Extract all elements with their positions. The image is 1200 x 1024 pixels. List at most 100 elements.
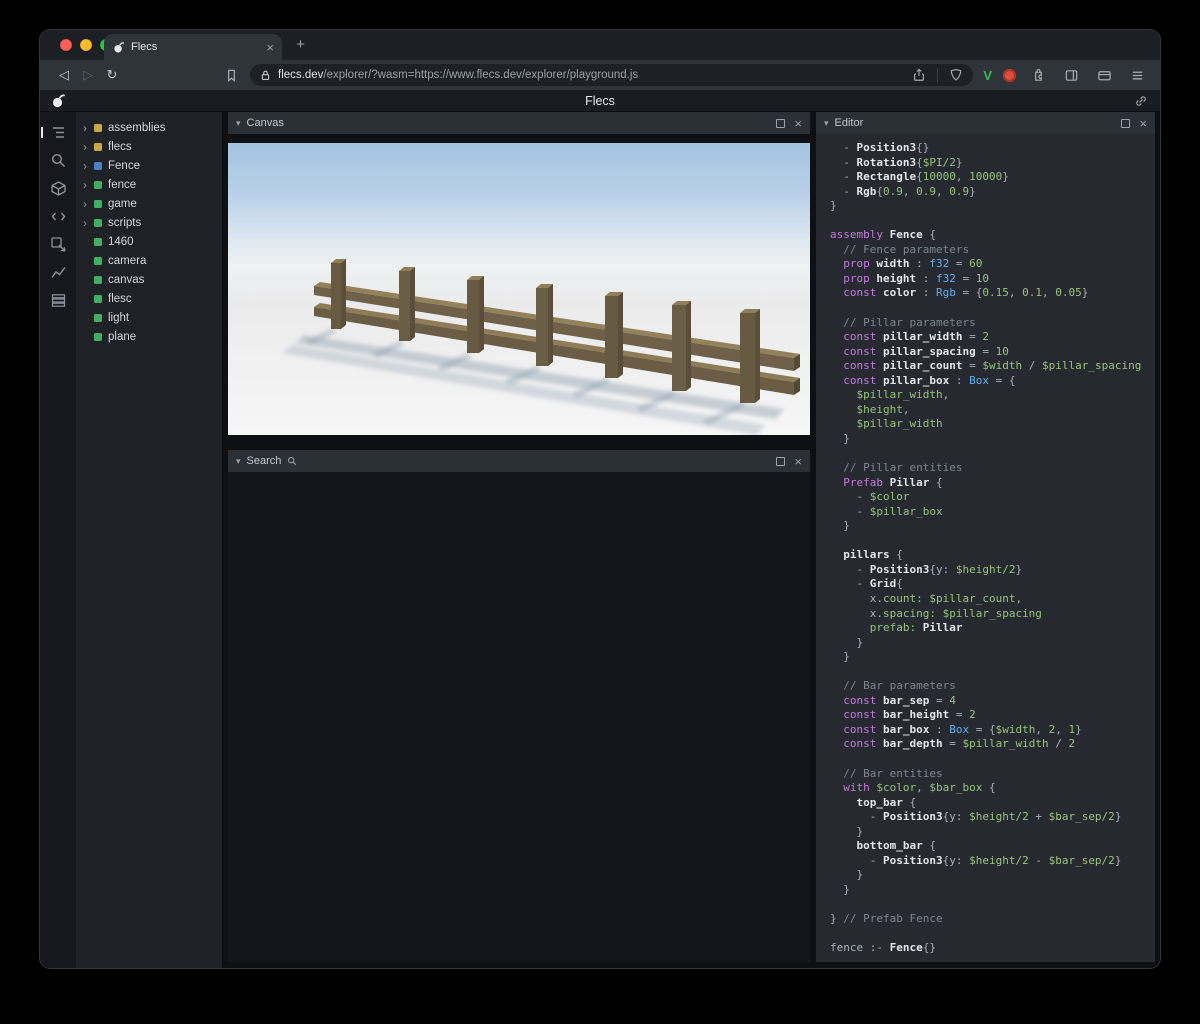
editor-panel-titlebar[interactable]: ▾ Editor × <box>816 112 1155 134</box>
close-panel-icon[interactable]: × <box>1139 117 1147 130</box>
code-line: const bar_height = 2 <box>830 708 1155 723</box>
tree-item-canvas[interactable]: ›canvas <box>76 270 222 289</box>
code-content[interactable]: - Position3{} - Rotation3{$PI/2} - Recta… <box>816 134 1155 962</box>
forward-button[interactable]: ▷ <box>76 67 100 83</box>
expander-icon[interactable]: › <box>83 122 94 134</box>
code-line: const pillar_count = $width / $pillar_sp… <box>830 359 1155 374</box>
code-line: } <box>830 432 1155 447</box>
code-line <box>830 897 1155 912</box>
extensions-puzzle-icon[interactable] <box>1027 68 1049 83</box>
tree-item-label: plane <box>108 331 136 343</box>
code-line: } <box>830 868 1155 883</box>
code-line: const bar_depth = $pillar_width / 2 <box>830 737 1155 752</box>
panel-gap <box>228 435 810 450</box>
expander-icon[interactable]: › <box>83 160 94 172</box>
tables-icon[interactable] <box>50 292 67 309</box>
url-domain: flecs.dev <box>278 69 323 81</box>
tree-item-Fence[interactable]: ›Fence <box>76 156 222 175</box>
code-line: top_bar { <box>830 796 1155 811</box>
close-panel-icon[interactable]: × <box>794 117 802 130</box>
expand-panel-icon[interactable] <box>776 119 785 128</box>
expander-icon[interactable]: › <box>83 141 94 153</box>
code-line: pillars { <box>830 548 1155 563</box>
tree-item-label: camera <box>108 255 146 267</box>
code-line: } <box>830 199 1155 214</box>
entity-color-swatch <box>94 162 102 170</box>
code-line <box>830 927 1155 942</box>
tree-item-flesc[interactable]: ›flesc <box>76 289 222 308</box>
tab-strip: Flecs × + <box>40 30 1160 60</box>
browser-tab-flecs[interactable]: Flecs × <box>104 34 282 60</box>
entity-tree: ›assemblies›flecs›Fence›fence›game›scrip… <box>76 112 222 968</box>
entity-color-swatch <box>94 295 102 303</box>
code-line: prefab: Pillar <box>830 621 1155 636</box>
share-link-icon[interactable] <box>1134 94 1148 108</box>
code-line: } <box>830 650 1155 665</box>
bookmark-icon[interactable] <box>220 68 242 83</box>
code-line: // Fence parameters <box>830 243 1155 258</box>
close-panel-icon[interactable]: × <box>794 455 802 468</box>
cube-icon[interactable] <box>50 180 67 197</box>
tree-item-fence[interactable]: ›fence <box>76 175 222 194</box>
tree-item-game[interactable]: ›game <box>76 194 222 213</box>
code-line: with $color, $bar_box { <box>830 781 1155 796</box>
tree-item-camera[interactable]: ›camera <box>76 251 222 270</box>
menu-hamburger-icon[interactable] <box>1126 68 1148 83</box>
entity-color-swatch <box>94 257 102 265</box>
code-line <box>830 665 1155 680</box>
extension-red-icon[interactable] <box>1003 69 1016 82</box>
vue-devtools-icon[interactable]: V <box>983 68 992 83</box>
entity-color-swatch <box>94 276 102 284</box>
minimize-window-button[interactable] <box>80 39 92 51</box>
code-line: - $color <box>830 490 1155 505</box>
search-panel-titlebar[interactable]: ▾ Search × <box>228 450 810 472</box>
share-icon[interactable] <box>908 68 930 82</box>
sidebar-toggle-icon[interactable] <box>1060 68 1082 83</box>
code-icon[interactable] <box>50 208 67 225</box>
middle-column: ▾ Canvas × <box>228 112 810 968</box>
expander-icon[interactable]: › <box>83 198 94 210</box>
3d-canvas-viewport[interactable] <box>228 143 810 435</box>
tree-item-scripts[interactable]: › scripts <box>76 213 222 232</box>
brave-shield-icon[interactable] <box>945 68 967 82</box>
tree-item-plane[interactable]: ›plane <box>76 327 222 346</box>
code-line: const pillar_width = 2 <box>830 330 1155 345</box>
fence-3d-render <box>228 143 810 435</box>
code-line: x.spacing: $pillar_spacing <box>830 607 1155 622</box>
code-line <box>830 534 1155 549</box>
entity-tree-icon[interactable] <box>50 124 67 141</box>
search-icon[interactable] <box>50 152 67 169</box>
expand-panel-icon[interactable] <box>1121 119 1130 128</box>
url-bar[interactable]: flecs.dev/explorer/?wasm=https://www.fle… <box>250 64 973 86</box>
close-window-button[interactable] <box>60 39 72 51</box>
entity-color-swatch <box>94 143 102 151</box>
tree-item-assemblies[interactable]: ›assemblies <box>76 118 222 137</box>
page-title: Flecs <box>40 94 1160 108</box>
tree-item-label: 1460 <box>108 236 134 248</box>
canvas-panel-title: Canvas <box>247 117 284 129</box>
tree-item-1460[interactable]: ›1460 <box>76 232 222 251</box>
tree-item-light[interactable]: ›light <box>76 308 222 327</box>
reload-button[interactable]: ↻ <box>100 67 124 83</box>
close-tab-icon[interactable]: × <box>266 41 274 54</box>
inspector-icon[interactable] <box>50 236 67 253</box>
code-line: prop height : f32 = 10 <box>830 272 1155 287</box>
stats-icon[interactable] <box>50 264 67 281</box>
code-line: Prefab Pillar { <box>830 476 1155 491</box>
lock-icon <box>260 69 271 82</box>
code-line: // Pillar parameters <box>830 316 1155 331</box>
expand-panel-icon[interactable] <box>776 457 785 466</box>
tree-item-label: scripts <box>108 217 141 229</box>
chevron-down-icon[interactable]: ▾ <box>236 119 241 128</box>
canvas-panel-titlebar[interactable]: ▾ Canvas × <box>228 112 810 134</box>
tree-item-label: canvas <box>108 274 144 286</box>
back-button[interactable]: ◁ <box>52 67 76 83</box>
expander-icon[interactable]: › <box>83 179 94 191</box>
tree-item-flecs[interactable]: ›flecs <box>76 137 222 156</box>
new-tab-button[interactable]: + <box>292 37 309 54</box>
wallet-icon[interactable] <box>1093 68 1115 83</box>
code-line <box>830 301 1155 316</box>
expander-icon[interactable]: › <box>83 217 94 229</box>
chevron-down-icon[interactable]: ▾ <box>824 119 829 128</box>
chevron-down-icon[interactable]: ▾ <box>236 457 241 466</box>
